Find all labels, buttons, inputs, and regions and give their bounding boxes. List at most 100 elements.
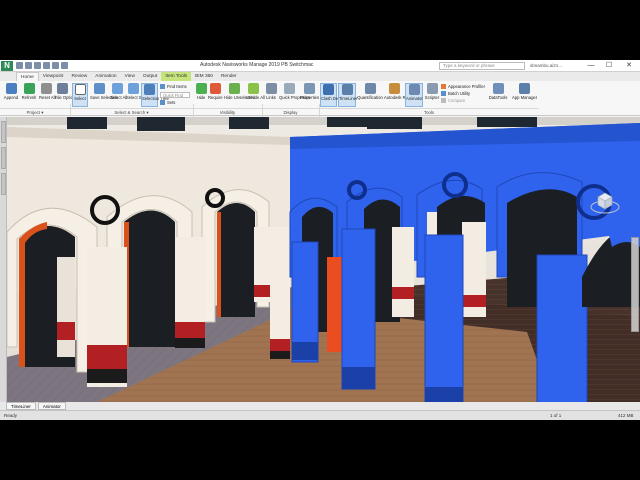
viewcube[interactable] xyxy=(590,189,620,215)
dock-tab[interactable] xyxy=(1,121,6,143)
tab-viewpoint[interactable]: Viewpoint xyxy=(39,72,68,81)
scripter-icon xyxy=(426,83,438,94)
minimize-button[interactable]: — xyxy=(584,61,598,71)
batch-icon xyxy=(441,91,446,97)
tab-item-tools[interactable]: Item Tools xyxy=(161,72,192,81)
tab-timeliner-panel[interactable]: TimeLiner xyxy=(6,402,36,410)
quick-access-toolbar xyxy=(16,62,68,70)
require-button[interactable]: Require xyxy=(208,83,223,107)
quick-properties-icon xyxy=(283,83,295,94)
unhide-icon xyxy=(247,83,259,94)
navisworks-window: N Autodesk Navisworks Manage 2019 PB Swi… xyxy=(0,60,640,420)
dock-tab[interactable] xyxy=(1,147,6,169)
cursor-icon xyxy=(74,84,86,95)
properties-button[interactable]: Properties xyxy=(300,83,319,107)
left-dock-panel xyxy=(0,117,7,402)
sets-dropdown[interactable]: Sets xyxy=(160,100,175,106)
tab-home[interactable]: Home xyxy=(16,72,39,81)
sheet-counter: 1 of 1 xyxy=(550,413,562,418)
redo-icon[interactable] xyxy=(61,62,68,69)
app-manager-icon xyxy=(518,83,530,94)
3d-viewport[interactable] xyxy=(7,117,640,402)
select-button[interactable]: Select xyxy=(72,83,88,107)
autodesk-rendering-button[interactable]: Autodesk Rendering xyxy=(384,83,422,107)
undo-icon[interactable] xyxy=(52,62,59,69)
hide-unselected-button[interactable]: Hide Unselected xyxy=(224,83,255,107)
quantification-button[interactable]: Quantification xyxy=(357,83,383,107)
select-all-icon xyxy=(111,83,123,94)
clash-icon xyxy=(323,84,334,95)
datatools-button[interactable]: DataTools xyxy=(488,83,508,107)
tab-output[interactable]: Output xyxy=(139,72,161,81)
close-button[interactable]: ✕ xyxy=(622,61,636,71)
save-icon[interactable] xyxy=(34,62,41,69)
links-button[interactable]: Links xyxy=(264,83,278,107)
file-options-button[interactable]: File Options xyxy=(55,83,77,107)
panel-project[interactable]: Project ▾ xyxy=(0,108,70,115)
selection-tree-button[interactable]: Selection Tree xyxy=(141,83,169,107)
app-manager-button[interactable]: App Manager xyxy=(512,83,537,107)
append-icon xyxy=(5,83,17,94)
unhide-all-button[interactable]: Unhide All xyxy=(246,83,265,107)
compare-button[interactable]: Compare xyxy=(441,98,465,104)
require-icon xyxy=(209,83,221,94)
memory-usage: 412 MB xyxy=(618,413,634,418)
tab-bim360[interactable]: BIM 360 xyxy=(191,72,217,81)
save-selection-icon xyxy=(93,83,105,94)
dock-tabs: TimeLiner Animator xyxy=(0,402,640,410)
scripter-button[interactable]: Scripter xyxy=(424,83,440,107)
dock-tab[interactable] xyxy=(1,173,6,195)
tab-view[interactable]: View xyxy=(121,72,139,81)
print-icon[interactable] xyxy=(43,62,50,69)
binoculars-icon xyxy=(160,84,165,90)
open-icon[interactable] xyxy=(25,62,32,69)
sets-icon xyxy=(160,100,165,106)
panel-tools: Tools xyxy=(319,108,539,115)
batch-utility-button[interactable]: Batch Utility xyxy=(441,91,470,97)
select-all-button[interactable]: Select All xyxy=(110,83,127,107)
new-icon[interactable] xyxy=(16,62,23,69)
select-same-button[interactable]: Select Same xyxy=(126,83,150,107)
navigation-bar[interactable] xyxy=(631,237,639,332)
reset-icon xyxy=(40,83,52,94)
tab-review[interactable]: Review xyxy=(68,72,92,81)
hide-button[interactable]: Hide xyxy=(195,83,207,107)
ribbon-tabs: Home Viewpoint Review Animation View Out… xyxy=(0,72,640,81)
tab-animation[interactable]: Animation xyxy=(91,72,120,81)
hide-unselected-icon xyxy=(228,83,240,94)
properties-icon xyxy=(303,83,315,94)
hide-icon xyxy=(195,83,207,94)
select-same-icon xyxy=(127,83,139,94)
links-icon xyxy=(265,83,277,94)
panel-display: Display xyxy=(262,108,319,115)
app-logo[interactable]: N xyxy=(1,61,13,71)
animator-icon xyxy=(408,84,420,95)
refresh-icon xyxy=(23,83,35,94)
rendering-icon xyxy=(388,83,400,94)
panel-select-search[interactable]: Select & Search ▾ xyxy=(70,108,193,115)
sign-in[interactable]: sbnambu.ai21... xyxy=(530,62,570,70)
maximize-button[interactable]: ☐ xyxy=(602,61,616,71)
clash-detective-button[interactable]: Clash Detective xyxy=(320,83,350,107)
appearance-profiler-button[interactable]: Appearance Profiler xyxy=(441,84,485,90)
status-bar: Ready 1 of 1 412 MB xyxy=(0,410,640,420)
search-input[interactable]: Type a keyword or phrase xyxy=(439,62,525,70)
tab-render[interactable]: Render xyxy=(217,72,241,81)
timeliner-button[interactable]: TimeLiner xyxy=(338,83,357,107)
find-items-button[interactable]: Find Items xyxy=(160,84,187,90)
datatools-icon xyxy=(492,83,504,94)
refresh-button[interactable]: Refresh xyxy=(21,83,37,107)
building-model[interactable] xyxy=(7,117,640,402)
quick-find-input[interactable]: Quick Find xyxy=(160,92,190,98)
timeliner-icon xyxy=(341,84,353,95)
compare-icon xyxy=(441,98,446,104)
reset-all-button[interactable]: Reset All... xyxy=(39,83,59,107)
append-button[interactable]: Append xyxy=(3,83,19,107)
window-title: Autodesk Navisworks Manage 2019 PB Switc… xyxy=(200,62,314,68)
save-selection-button[interactable]: Save Selection xyxy=(90,83,118,107)
cube-icon xyxy=(590,192,620,214)
animator-button[interactable]: Animator xyxy=(405,83,423,107)
tab-animator-panel[interactable]: Animator xyxy=(37,402,66,410)
tree-icon xyxy=(144,84,155,95)
quick-properties-button[interactable]: Quick Properties xyxy=(279,83,310,107)
